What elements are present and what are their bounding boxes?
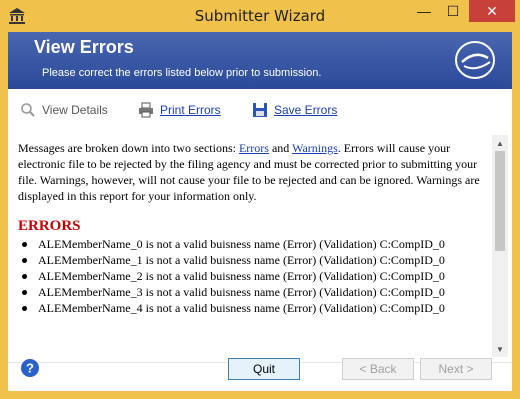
wizard-header: View Errors Please correct the errors li…	[8, 32, 512, 89]
scrollbar-thumb[interactable]	[495, 151, 505, 251]
back-button[interactable]: < Back	[342, 358, 414, 380]
warnings-link[interactable]: Warnings	[292, 141, 338, 155]
magnifier-icon	[21, 103, 35, 117]
list-item: ALEMemberName_0 is not a valid buisness …	[18, 236, 488, 252]
error-message: ALEMemberName_0 is not a valid buisness …	[38, 237, 445, 251]
maximize-button[interactable]: ☐	[439, 0, 467, 22]
dialog-body: View Errors Please correct the errors li…	[8, 32, 512, 391]
list-item: ALEMemberName_3 is not a valid buisness …	[18, 284, 488, 300]
save-errors-link[interactable]: Save Errors	[252, 102, 337, 118]
toolbar: View Details Print Errors Save Errors	[8, 89, 512, 127]
error-message: ALEMemberName_1 is not a valid buisness …	[38, 253, 445, 267]
error-message: ALEMemberName_2 is not a valid buisness …	[38, 269, 445, 283]
scroll-up-icon[interactable]: ▲	[492, 135, 508, 151]
intro-and: and	[268, 141, 293, 155]
list-item: ALEMemberName_4 is not a valid buisness …	[18, 300, 488, 316]
print-errors-label: Print Errors	[160, 103, 221, 117]
report-content: Messages are broken down into two sectio…	[18, 140, 508, 360]
bullet-icon	[22, 273, 27, 279]
quit-button[interactable]: Quit	[228, 358, 300, 380]
bullet-icon	[22, 305, 27, 311]
page-subtitle: Please correct the errors listed below p…	[42, 67, 322, 79]
printer-icon	[139, 102, 153, 118]
help-icon[interactable]: ?	[20, 358, 40, 378]
view-details-button[interactable]: View Details	[20, 102, 108, 118]
close-button[interactable]: ✕	[469, 0, 515, 22]
svg-text:?: ?	[26, 361, 34, 376]
next-button[interactable]: Next >	[420, 358, 492, 380]
title-bar: Submitter Wizard — ☐ ✕	[0, 0, 520, 32]
bullet-icon	[22, 241, 27, 247]
list-item: ALEMemberName_1 is not a valid buisness …	[18, 252, 488, 268]
bullet-icon	[22, 289, 27, 295]
bullet-icon	[22, 257, 27, 263]
view-details-label: View Details	[42, 103, 108, 117]
error-list: ALEMemberName_0 is not a valid buisness …	[18, 236, 488, 316]
print-errors-link[interactable]: Print Errors	[138, 102, 221, 118]
errors-link[interactable]: Errors	[239, 141, 269, 155]
scroll-down-icon[interactable]: ▼	[492, 341, 508, 357]
error-message: ALEMemberName_3 is not a valid buisness …	[38, 285, 445, 299]
save-errors-label: Save Errors	[274, 103, 338, 117]
submitter-wizard-window: Submitter Wizard — ☐ ✕ View Errors Pleas…	[0, 0, 520, 399]
intro-paragraph: Messages are broken down into two sectio…	[18, 140, 488, 204]
intro-text-start: Messages are broken down into two sectio…	[18, 141, 239, 155]
vertical-scrollbar[interactable]: ▲ ▼	[492, 135, 508, 357]
floppy-disk-icon	[253, 103, 267, 117]
page-title: View Errors	[34, 37, 134, 57]
error-message: ALEMemberName_4 is not a valid buisness …	[38, 301, 445, 315]
e-logo-icon	[455, 41, 495, 79]
minimize-button[interactable]: —	[410, 0, 438, 22]
errors-heading: ERRORS	[18, 218, 81, 234]
list-item: ALEMemberName_2 is not a valid buisness …	[18, 268, 488, 284]
